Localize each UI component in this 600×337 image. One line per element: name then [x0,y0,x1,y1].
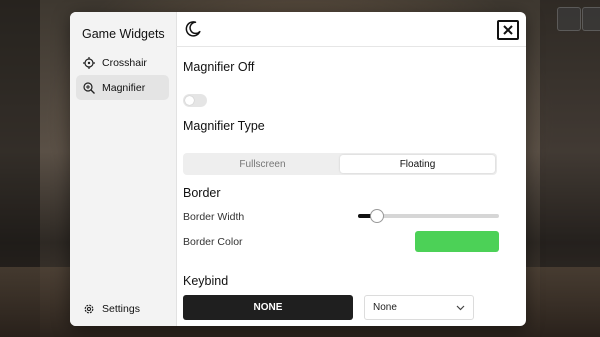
overlay-window-button[interactable] [582,7,600,31]
sidebar-item-label: Crosshair [102,56,147,69]
gear-icon [76,303,102,315]
overlay-window-button[interactable] [557,7,581,31]
slider-thumb[interactable] [370,209,385,223]
border-width-slider[interactable] [358,209,499,223]
border-color-label: Border Color [183,236,243,248]
magnifier-toggle[interactable] [183,94,207,107]
game-widgets-panel: Game Widgets Crosshair Magnifier Setting… [70,12,526,326]
sidebar-item-crosshair[interactable]: Crosshair [76,50,169,75]
sidebar-item-magnifier[interactable]: Magnifier [76,75,169,100]
close-button[interactable] [497,20,519,40]
sidebar-item-label: Settings [102,302,140,315]
sidebar-title: Game Widgets [82,27,165,41]
sidebar-item-label: Magnifier [102,81,146,94]
magnifier-icon [76,81,102,94]
crosshair-icon [76,56,102,69]
settings-content: Magnifier Off Magnifier Type Fullscreen … [176,12,526,326]
toggle-knob [185,96,194,105]
sidebar-item-settings[interactable]: Settings [76,296,169,321]
modifier-select-value: None [373,302,397,313]
top-bar [176,12,526,47]
border-heading: Border [183,186,221,200]
keybind-heading: Keybind [183,274,229,288]
border-color-swatch[interactable] [415,231,499,252]
chevron-down-icon [456,305,465,311]
close-icon [503,25,513,35]
magnifier-type-heading: Magnifier Type [183,119,265,133]
modifier-select[interactable]: None [364,295,474,320]
moon-icon[interactable] [184,20,202,43]
magnifier-toggle-heading: Magnifier Off [183,60,255,74]
option-fullscreen[interactable]: Fullscreen [185,155,340,173]
magnifier-type-selector: Fullscreen Floating [183,153,497,175]
sidebar: Game Widgets Crosshair Magnifier Setting… [70,12,177,326]
option-floating[interactable]: Floating [340,155,495,173]
border-width-label: Border Width [183,211,245,223]
keybind-button[interactable]: NONE [183,295,353,320]
